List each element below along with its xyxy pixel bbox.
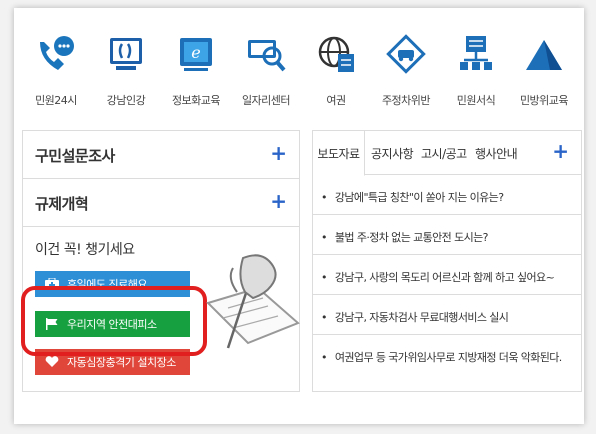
civil-defense-icon <box>526 40 562 70</box>
job-center-icon <box>248 40 286 72</box>
quick-item-info-education[interactable]: e 정보화교육 <box>160 32 232 108</box>
passport-icon <box>318 36 354 72</box>
quick-label: 민원서식 <box>456 94 496 107</box>
quick-label: 주정차위반 <box>381 94 431 107</box>
news-list: • 강남에"특급 칭찬"이 쏟아 지는 이유는? • 불법 주·정차 없는 교통안전… <box>313 175 581 375</box>
bullet: • <box>321 311 327 324</box>
list-item[interactable]: • 강남에"특급 칭찬"이 쏟아 지는 이유는? <box>313 175 581 215</box>
quick-label: 강남인강 <box>106 94 146 107</box>
news-title: 강남에"특급 칭찬"이 쏟아 지는 이유는? <box>334 191 504 204</box>
regulation-more-button[interactable]: + <box>270 189 287 213</box>
survey-title: 구민설문조사 <box>35 147 115 165</box>
list-item[interactable]: • 여권업무 등 국가위임사무로 지방재정 더욱 악화된다. <box>313 335 581 375</box>
news-tabs: 보도자료 공지사항 고시/공고 행사안내 + <box>313 131 581 176</box>
bullet: • <box>321 351 327 364</box>
quick-label: 민방위교육 <box>519 94 569 107</box>
regulation-row[interactable]: 규제개혁 + <box>23 179 299 227</box>
news-title: 강남구, 사랑의 목도리 어르신과 함께 하고 싶어요~ <box>334 271 555 284</box>
bullet: • <box>321 271 327 284</box>
list-item[interactable]: • 강남구, 사랑의 목도리 어르신과 함께 하고 싶어요~ <box>313 255 581 295</box>
bullet: • <box>321 231 327 244</box>
quick-item-passport[interactable]: 여권 <box>300 32 372 108</box>
quick-item-job-center[interactable]: 일자리센터 <box>230 32 302 108</box>
news-title: 강남구, 자동차검사 무료대행서비스 실시 <box>334 311 509 324</box>
quick-item-gangnam-ingang[interactable]: 강남인강 <box>90 32 162 108</box>
quick-label: 정보화교육 <box>171 94 221 107</box>
survey-more-button[interactable]: + <box>270 141 287 165</box>
heart-icon <box>45 356 59 368</box>
highlight-annotation <box>21 286 207 356</box>
news-title: 여권업무 등 국가위임사무로 지방재정 더욱 악화된다. <box>334 351 562 364</box>
civil-24-icon <box>40 36 74 70</box>
regulation-title: 규제개혁 <box>35 195 89 213</box>
news-title: 불법 주·정차 없는 교통안전 도시는? <box>334 231 489 244</box>
quick-item-parking-violation[interactable]: 주정차위반 <box>370 32 442 108</box>
tab-announcements[interactable]: 고시/공고 <box>421 145 467 162</box>
parking-violation-icon <box>386 34 426 74</box>
tab-events[interactable]: 행사안내 <box>475 145 518 162</box>
bullet: • <box>321 191 327 204</box>
quick-label: 여권 <box>326 94 346 107</box>
list-item[interactable]: • 불법 주·정차 없는 교통안전 도시는? <box>313 215 581 255</box>
gangnam-ingang-icon <box>110 38 142 70</box>
svg-text:e: e <box>191 43 200 62</box>
quick-label: 민원24시 <box>35 94 77 107</box>
tab-notices[interactable]: 공지사항 <box>371 145 414 162</box>
news-more-button[interactable]: + <box>552 139 569 163</box>
right-panel: 보도자료 공지사항 고시/공고 행사안내 + • 강남에"특급 칭찬"이 쏟아 지… <box>312 130 582 392</box>
quick-item-civil-forms[interactable]: 민원서식 <box>440 32 512 108</box>
aed-location-label: 자동심장충격기 설치장소 <box>67 356 176 369</box>
tab-press-release[interactable]: 보도자료 <box>313 131 365 176</box>
info-education-icon: e <box>180 38 212 71</box>
civil-forms-icon <box>460 36 492 70</box>
list-item[interactable]: • 강남구, 자동차검사 무료대행서비스 실시 <box>313 295 581 335</box>
quick-item-civil-24[interactable]: 민원24시 <box>20 32 92 108</box>
hand-drawing-illustration <box>206 254 300 349</box>
must-check-heading: 이건 꼭! 챙기세요 <box>35 242 135 258</box>
quick-menu: 민원24시 강남인강 e 정보화교육 일자리센터 여권 주정차위반 민원서식 민… <box>0 0 570 118</box>
survey-row[interactable]: 구민설문조사 + <box>23 131 299 179</box>
quick-label: 일자리센터 <box>241 94 291 107</box>
quick-item-civil-defense[interactable]: 민방위교육 <box>508 32 580 108</box>
